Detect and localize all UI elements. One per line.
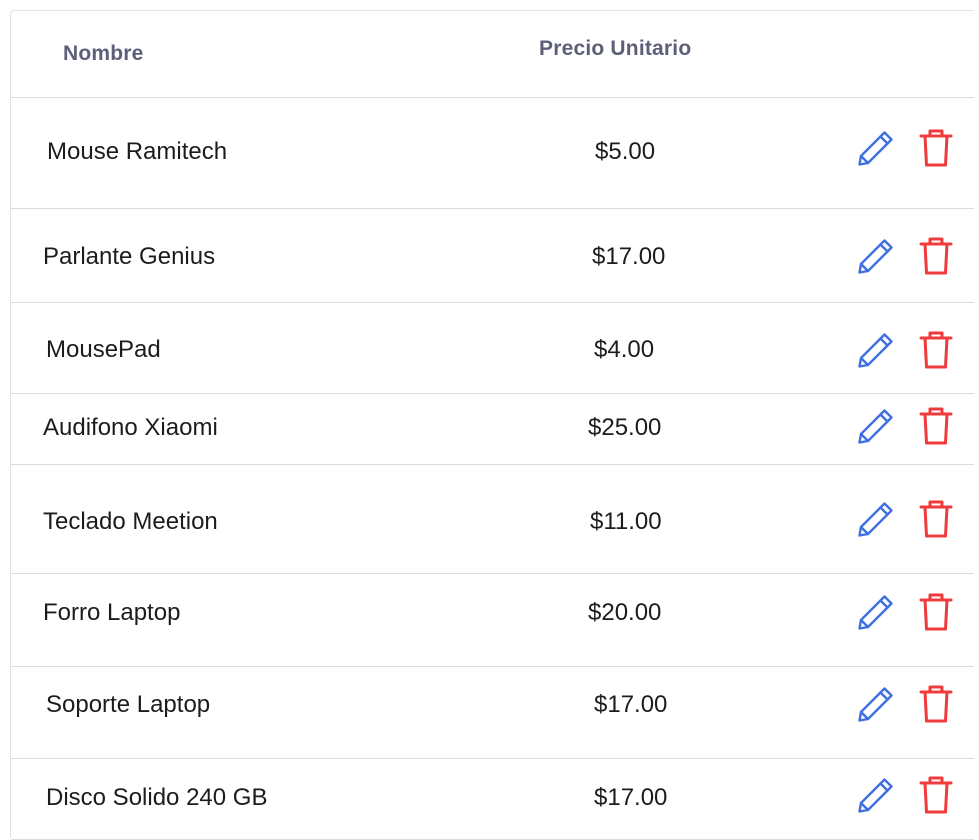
product-price: $17.00 bbox=[594, 784, 668, 811]
table-row: Parlante Genius $17.00 bbox=[11, 209, 974, 303]
row-actions bbox=[856, 326, 966, 374]
edit-button[interactable] bbox=[856, 592, 896, 632]
row-actions bbox=[856, 402, 966, 450]
delete-button[interactable] bbox=[918, 683, 954, 725]
table-row: Mouse Ramitech $5.00 bbox=[11, 98, 974, 209]
delete-button[interactable] bbox=[918, 127, 954, 169]
trash-icon bbox=[918, 591, 954, 633]
edit-button[interactable] bbox=[856, 775, 896, 815]
edit-button[interactable] bbox=[856, 330, 896, 370]
product-name: MousePad bbox=[46, 336, 161, 363]
pencil-icon bbox=[856, 406, 896, 446]
product-price: $11.00 bbox=[590, 508, 662, 535]
trash-icon bbox=[918, 683, 954, 725]
product-name: Parlante Genius bbox=[43, 243, 216, 270]
row-actions bbox=[856, 588, 966, 636]
trash-icon bbox=[918, 774, 954, 816]
trash-icon bbox=[918, 127, 954, 169]
pencil-icon bbox=[856, 592, 896, 632]
delete-button[interactable] bbox=[918, 591, 954, 633]
pencil-icon bbox=[856, 499, 896, 539]
table-row: Audifono Xiaomi $25.00 bbox=[11, 394, 974, 465]
row-actions bbox=[856, 680, 966, 728]
product-price: $20.00 bbox=[588, 599, 662, 626]
product-name: Disco Solido 240 GB bbox=[46, 784, 268, 811]
product-price: $25.00 bbox=[588, 414, 662, 441]
products-table: Nombre Precio Unitario Mouse Ramitech $5.… bbox=[10, 10, 974, 840]
column-header-name[interactable]: Nombre bbox=[63, 42, 144, 66]
delete-button[interactable] bbox=[918, 405, 954, 447]
product-name: Mouse Ramitech bbox=[47, 138, 228, 165]
column-header-price[interactable]: Precio Unitario bbox=[539, 37, 691, 61]
row-actions bbox=[856, 124, 966, 172]
product-name: Soporte Laptop bbox=[46, 691, 211, 718]
row-actions bbox=[856, 495, 966, 543]
trash-icon bbox=[918, 405, 954, 447]
edit-button[interactable] bbox=[856, 406, 896, 446]
table-row: MousePad $4.00 bbox=[11, 303, 974, 394]
trash-icon bbox=[918, 498, 954, 540]
table-header: Nombre Precio Unitario bbox=[11, 11, 974, 98]
trash-icon bbox=[918, 329, 954, 371]
trash-icon bbox=[918, 235, 954, 277]
pencil-icon bbox=[856, 775, 896, 815]
product-price: $17.00 bbox=[594, 691, 668, 718]
pencil-icon bbox=[856, 684, 896, 724]
product-name: Audifono Xiaomi bbox=[43, 414, 218, 441]
pencil-icon bbox=[856, 330, 896, 370]
product-price: $4.00 bbox=[594, 336, 655, 363]
pencil-icon bbox=[856, 128, 896, 168]
delete-button[interactable] bbox=[918, 498, 954, 540]
product-price: $17.00 bbox=[592, 243, 666, 270]
edit-button[interactable] bbox=[856, 499, 896, 539]
row-actions bbox=[856, 232, 966, 280]
delete-button[interactable] bbox=[918, 329, 954, 371]
edit-button[interactable] bbox=[856, 684, 896, 724]
table-row: Soporte Laptop $17.00 bbox=[11, 667, 974, 759]
table-row: Teclado Meetion $11.00 bbox=[11, 465, 974, 574]
edit-button[interactable] bbox=[856, 128, 896, 168]
row-actions bbox=[856, 771, 966, 819]
table-row: Disco Solido 240 GB $17.00 bbox=[11, 759, 974, 840]
delete-button[interactable] bbox=[918, 774, 954, 816]
edit-button[interactable] bbox=[856, 236, 896, 276]
delete-button[interactable] bbox=[918, 235, 954, 277]
table-row: Forro Laptop $20.00 bbox=[11, 574, 974, 667]
product-price: $5.00 bbox=[595, 138, 656, 165]
product-name: Teclado Meetion bbox=[43, 508, 218, 535]
product-name: Forro Laptop bbox=[43, 599, 181, 626]
pencil-icon bbox=[856, 236, 896, 276]
